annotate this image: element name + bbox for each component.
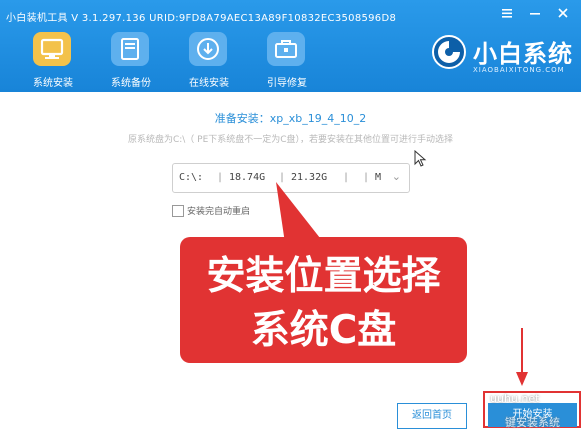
brand-logo-icon [431,34,467,70]
annotation-callout: 安装位置选择 系统C盘 [180,237,467,363]
install-hint-text: 原系统盘为C:\（ PE下系统盘不一定为C盘），若要安装在其他位置可进行手动选择 [127,135,454,145]
title-bar: 小白装机工具 V 3.1.297.136 URID:9FD8A79AEC13A8… [0,0,581,28]
header-bar: 小白装机工具 V 3.1.297.136 URID:9FD8A79AEC13A8… [0,0,581,92]
callout-line1: 安装位置选择 [206,254,441,299]
brand-subtitle: XIAOBAIXITONG.COM [473,66,565,74]
watermark-text: uuhu.net [490,392,540,405]
nav-label: 在线安装 [189,78,229,89]
minimize-icon[interactable] [527,6,543,22]
close-icon[interactable] [555,6,571,22]
nav-label: 系统安装 [33,78,73,89]
drive-letter: C:\: [179,172,204,183]
nav-item-boot-repair[interactable]: 引导修复 [248,30,326,90]
auto-restart-label: 安装完自动重启 [187,207,251,217]
brand: 小白系统 XIAOBAIXITONG.COM [425,28,575,84]
nav-label: 引导修复 [267,78,307,89]
drive-separator: | [217,172,224,183]
toolbox-icon [267,32,305,66]
download-icon [189,32,227,66]
app-title: 小白装机工具 V 3.1.297.136 URID:9FD8A79AEC13A8… [6,13,397,24]
nav-item-online-install[interactable]: 在线安装 [170,30,248,90]
drive-free-space: 18.74G [229,172,266,183]
mouse-cursor-icon [414,149,428,168]
brand-name: 小白系统 [473,40,573,68]
drive-separator: | [363,172,370,183]
chevron-down-icon: ⌄ [391,170,401,183]
backup-icon [111,32,149,66]
window-controls [499,6,571,22]
nav-item-system-install[interactable]: 系统安装 [14,30,92,90]
main-nav: 系统安装 系统备份 在线安装 引导修复 [14,30,326,90]
prepare-install-text: 准备安装：xp_xb_19_4_10_2 [214,112,367,125]
callout-line2: 系统C盘 [250,308,397,353]
monitor-icon [33,32,71,66]
auto-restart-checkbox[interactable] [172,205,184,217]
drive-separator: | [343,172,350,183]
nav-label: 系统备份 [111,78,151,89]
red-arrow-icon [516,328,528,386]
nav-item-system-backup[interactable]: 系统备份 [92,30,170,90]
drive-fs: M [375,172,382,183]
back-home-button[interactable]: 返回首页 [397,403,467,429]
menu-icon[interactable] [499,6,515,22]
